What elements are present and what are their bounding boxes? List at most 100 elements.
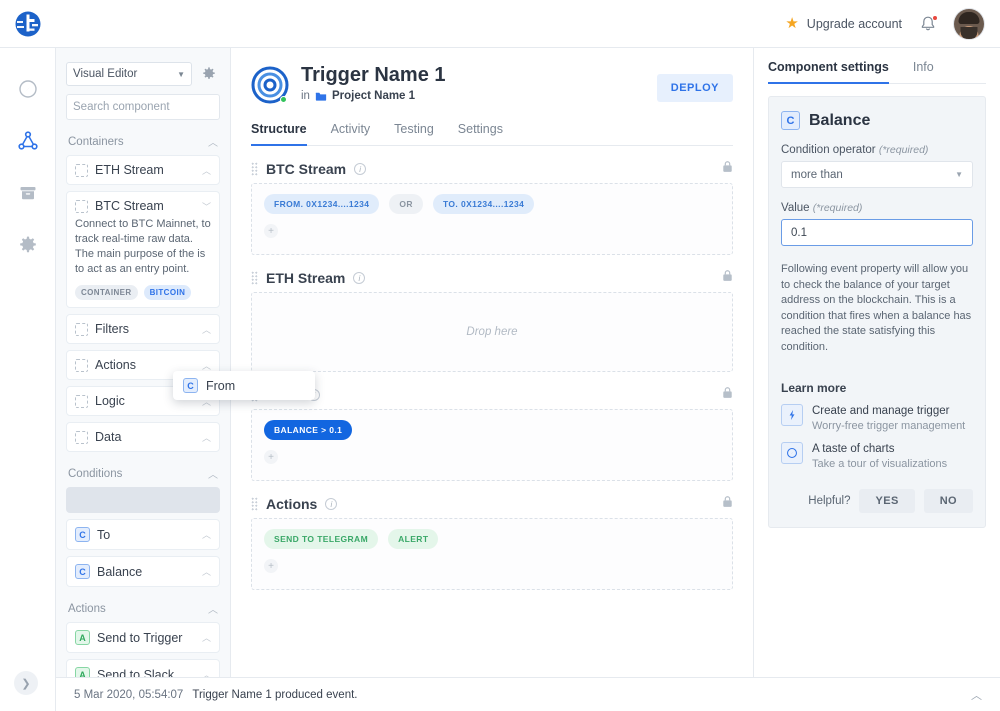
component-help-text: Following event property will allow you … (781, 263, 972, 353)
sidebar-item-eth-stream[interactable]: ETH Stream ︿ (66, 155, 220, 185)
learn-item-title: A taste of charts (812, 443, 895, 455)
tab-activity[interactable]: Activity (331, 122, 371, 146)
notification-bell-button[interactable] (918, 14, 938, 34)
sidebar-item-send-to-trigger[interactable]: A Send to Trigger ︿ (66, 622, 220, 653)
chip-alert[interactable]: ALERT (388, 529, 439, 549)
sidebar-item-label: Data (95, 430, 122, 444)
learn-item-create-manage-trigger[interactable]: Create and manage trigger Worry-free tri… (781, 404, 973, 433)
sidebar-settings-button[interactable] (198, 63, 220, 85)
chevron-down-icon: ▼ (177, 69, 185, 79)
condition-operator-text: Condition operator (781, 144, 876, 156)
add-component-button[interactable]: + (264, 559, 278, 573)
search-component-row (66, 94, 227, 120)
page-title: Trigger Name 1 (301, 64, 446, 86)
lock-icon[interactable] (722, 495, 733, 513)
upgrade-account-button[interactable]: ★ Upgrade account (785, 16, 902, 31)
sidebar-item-btc-stream[interactable]: BTC Stream ﹀ Connect to BTC Mainnet, to … (66, 191, 220, 308)
sidebar-group-label: Actions (68, 602, 106, 615)
sidebar-item-filters[interactable]: Filters ︿ (66, 314, 220, 344)
nav-item-settings-icon[interactable] (17, 234, 39, 256)
condition-operator-select[interactable]: more than ▼ (781, 161, 973, 188)
sidebar-collapse-button[interactable]: ❯ (14, 671, 38, 695)
block-dropzone[interactable]: FROM. 0X1234....1234 OR TO. 0X1234....12… (251, 183, 733, 255)
info-icon[interactable]: i (353, 272, 366, 284)
chevron-up-icon: ︿ (201, 432, 211, 443)
drag-handle-icon[interactable] (251, 162, 258, 176)
sidebar-group-actions[interactable]: Actions ︿ (68, 601, 218, 617)
container-placeholder-icon (75, 394, 88, 408)
chip-to-address[interactable]: TO. 0X1234....1234 (432, 194, 535, 214)
breadcrumb-project: Project Name 1 (331, 90, 416, 102)
add-component-button[interactable]: + (264, 450, 278, 464)
tab-testing[interactable]: Testing (394, 122, 434, 146)
nav-item-flows-icon[interactable] (17, 130, 39, 152)
block-title: Actions (266, 496, 318, 512)
learn-item-text: A taste of charts Take a tour of visuali… (812, 442, 947, 471)
tab-info[interactable]: Info (913, 60, 934, 84)
lock-icon[interactable] (722, 160, 733, 178)
add-component-button[interactable]: + (264, 224, 278, 238)
value-text: Value (781, 202, 810, 214)
helpful-no-button[interactable]: NO (923, 489, 973, 513)
drag-handle-icon[interactable] (251, 497, 258, 511)
trigger-header: Trigger Name 1 in Project Name 1 DEPLOY (251, 64, 733, 104)
tab-settings[interactable]: Settings (458, 122, 503, 146)
sidebar-group-containers[interactable]: Containers ︿ (68, 134, 218, 150)
nav-item-archive-icon[interactable] (17, 182, 39, 204)
sidebar-item-data[interactable]: Data ︿ (66, 422, 220, 452)
search-input[interactable] (73, 101, 227, 113)
sidebar-item-to[interactable]: C To ︿ (66, 519, 220, 550)
chevron-up-icon: ︿ (201, 670, 211, 677)
container-placeholder-icon (75, 199, 88, 213)
block-dropzone[interactable]: Drop here (251, 292, 733, 372)
sidebar-item-label: Send to Trigger (97, 630, 183, 645)
archive-box-icon (20, 187, 35, 200)
condition-badge-icon: C (781, 111, 800, 130)
avatar[interactable] (954, 8, 984, 39)
value-input[interactable] (781, 219, 973, 246)
learn-item-title: Create and manage trigger (812, 405, 950, 417)
nav-item-compass-icon[interactable] (17, 78, 39, 100)
info-icon[interactable]: i (354, 163, 367, 175)
sidebar-item-balance[interactable]: C Balance ︿ (66, 556, 220, 587)
drag-handle-icon[interactable] (251, 271, 258, 285)
learn-item-text: Create and manage trigger Worry-free tri… (812, 404, 965, 433)
tag-container: CONTAINER (75, 285, 138, 300)
sidebar-item-send-to-slack[interactable]: A Send to Slack ︿ (66, 659, 220, 677)
chip-send-to-telegram[interactable]: SEND TO TELEGRAM (264, 529, 379, 549)
live-status-dot (280, 96, 287, 103)
sidebar-group-conditions[interactable]: Conditions ︿ (68, 466, 218, 482)
gear-icon (203, 67, 215, 79)
sidebar-item-head: Data ︿ (75, 430, 211, 444)
tab-structure[interactable]: Structure (251, 122, 307, 146)
chip-from-address[interactable]: FROM. 0X1234....1234 (264, 194, 380, 214)
helpful-yes-button[interactable]: YES (859, 489, 915, 513)
lock-icon[interactable] (722, 269, 733, 287)
chevron-up-icon: ︿ (201, 165, 211, 176)
info-icon[interactable]: i (325, 498, 338, 510)
status-collapse-button[interactable]: ︿ (971, 687, 982, 703)
component-sidebar: Visual Editor ▼ Containers ︿ (56, 48, 231, 677)
chip-balance-condition[interactable]: BALANCE > 0.1 (264, 420, 353, 440)
action-badge-icon: A (75, 630, 90, 645)
condition-operator-label: Condition operator (*required) (781, 144, 973, 156)
sidebar-item-label: BTC Stream (95, 199, 164, 213)
chip-or-operator[interactable]: OR (389, 194, 423, 214)
block-header: Filter i (251, 386, 733, 404)
block-dropzone[interactable]: SEND TO TELEGRAM ALERT + (251, 518, 733, 590)
deploy-button[interactable]: DEPLOY (656, 74, 733, 102)
drag-ghost-from[interactable]: C From (173, 371, 315, 400)
chevron-up-icon: ︿ (208, 605, 218, 616)
container-placeholder-icon (75, 163, 88, 177)
structure-canvas: BTC Stream i FROM. 0X1234....1234 OR TO.… (251, 160, 733, 590)
lock-glyph (723, 387, 732, 398)
lock-icon[interactable] (722, 386, 733, 404)
helpful-row: Helpful? YES NO (781, 489, 973, 513)
brand-logo[interactable] (0, 10, 56, 38)
learn-item-taste-of-charts[interactable]: A taste of charts Take a tour of visuali… (781, 442, 973, 471)
sidebar-item-head: Filters ︿ (75, 322, 211, 336)
block-dropzone[interactable]: BALANCE > 0.1 + (251, 409, 733, 481)
tab-component-settings[interactable]: Component settings (768, 60, 889, 84)
bolt-glyph (789, 410, 795, 420)
editor-mode-select[interactable]: Visual Editor ▼ (66, 62, 192, 86)
